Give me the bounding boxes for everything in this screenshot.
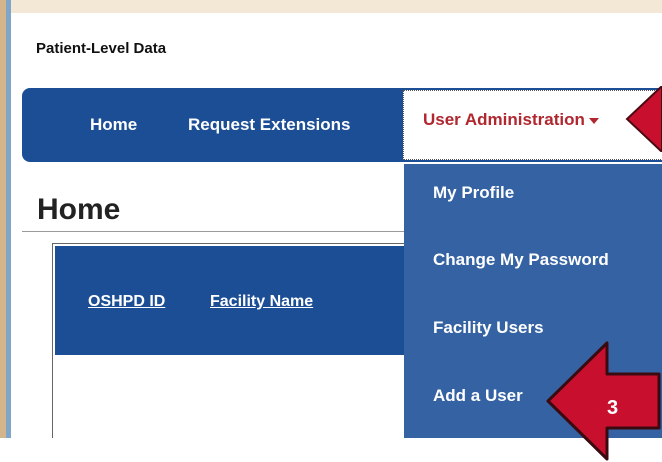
nav-user-administration-label: User Administration bbox=[423, 110, 585, 129]
page-title: Home bbox=[37, 193, 121, 226]
title-divider bbox=[22, 231, 404, 232]
page-left-border-accent bbox=[6, 0, 11, 438]
top-strip bbox=[11, 0, 662, 13]
app-title: Patient-Level Data bbox=[36, 40, 167, 57]
main-navbar: Home Request Extensions User Administrat… bbox=[22, 88, 662, 162]
caret-down-icon bbox=[588, 117, 599, 124]
menu-item-facility-users[interactable]: Facility Users bbox=[433, 318, 544, 338]
callout-arrow-icon bbox=[625, 86, 662, 152]
column-header-oshpd-id[interactable]: OSHPD ID bbox=[88, 293, 165, 311]
nav-request-extensions[interactable]: Request Extensions bbox=[188, 88, 351, 162]
menu-item-change-password[interactable]: Change My Password bbox=[433, 250, 609, 270]
nav-home[interactable]: Home bbox=[90, 88, 137, 162]
callout-arrow-icon: 3 bbox=[546, 341, 661, 461]
column-header-facility-name[interactable]: Facility Name bbox=[210, 293, 313, 311]
menu-item-add-a-user[interactable]: Add a User bbox=[433, 386, 523, 406]
menu-item-my-profile[interactable]: My Profile bbox=[433, 183, 514, 203]
nav-user-administration[interactable]: User Administration bbox=[403, 90, 662, 160]
callout-step-number: 3 bbox=[607, 397, 618, 419]
